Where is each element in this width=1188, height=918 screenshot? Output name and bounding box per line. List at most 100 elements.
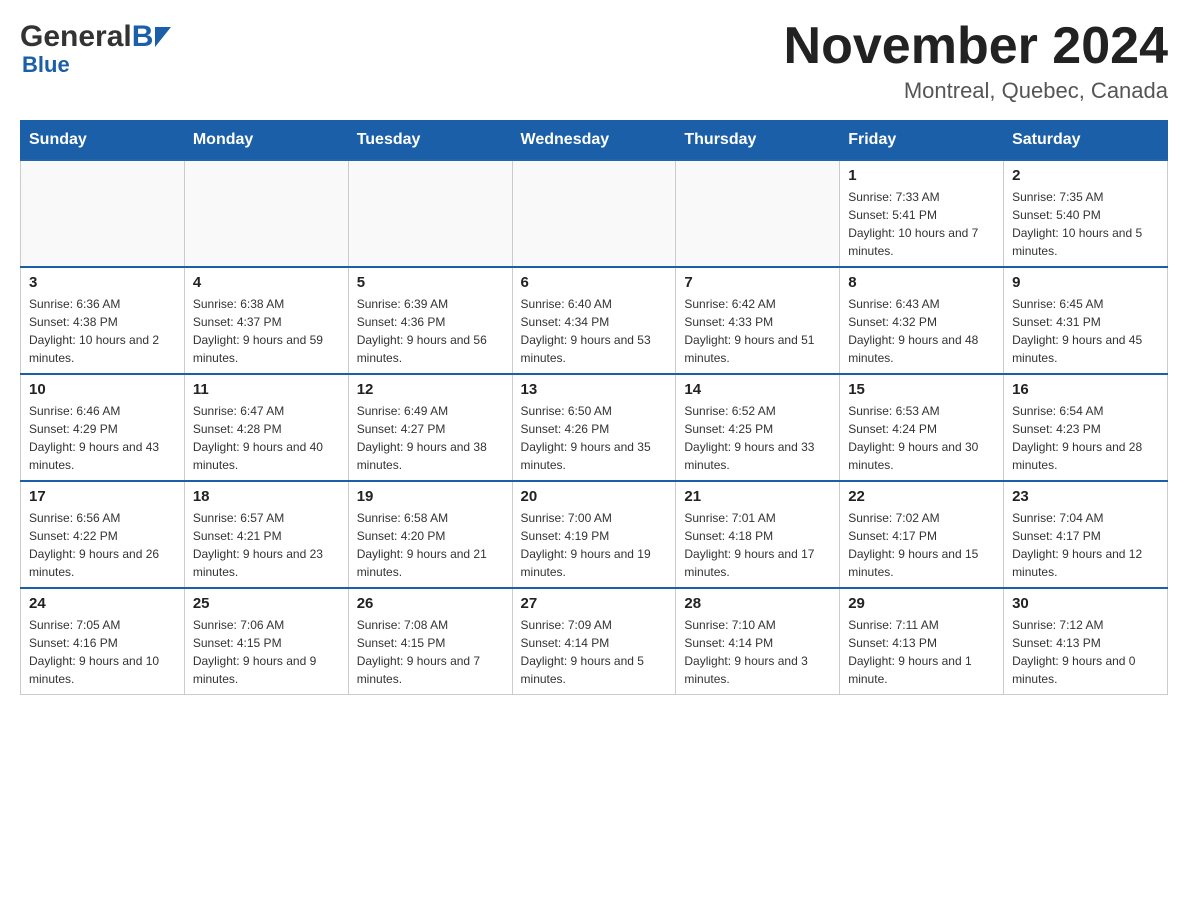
day-number: 10 <box>29 381 176 398</box>
table-row: 2 Sunrise: 7:35 AMSunset: 5:40 PMDaylight… <box>1004 160 1168 267</box>
table-row: 3 Sunrise: 6:36 AMSunset: 4:38 PMDaylight… <box>21 267 185 374</box>
table-row: 26 Sunrise: 7:08 AMSunset: 4:15 PMDayligh… <box>348 588 512 695</box>
table-row: 29 Sunrise: 7:11 AMSunset: 4:13 PMDayligh… <box>840 588 1004 695</box>
day-info: Sunrise: 6:50 AMSunset: 4:26 PMDaylight:… <box>521 402 668 474</box>
day-number: 24 <box>29 595 176 612</box>
table-row: 25 Sunrise: 7:06 AMSunset: 4:15 PMDayligh… <box>184 588 348 695</box>
day-info: Sunrise: 6:58 AMSunset: 4:20 PMDaylight:… <box>357 509 504 581</box>
day-info: Sunrise: 7:33 AMSunset: 5:41 PMDaylight:… <box>848 188 995 260</box>
day-info: Sunrise: 6:39 AMSunset: 4:36 PMDaylight:… <box>357 295 504 367</box>
day-info: Sunrise: 6:57 AMSunset: 4:21 PMDaylight:… <box>193 509 340 581</box>
day-info: Sunrise: 7:09 AMSunset: 4:14 PMDaylight:… <box>521 616 668 688</box>
day-number: 20 <box>521 488 668 505</box>
table-row: 8 Sunrise: 6:43 AMSunset: 4:32 PMDaylight… <box>840 267 1004 374</box>
day-number: 6 <box>521 274 668 291</box>
day-info: Sunrise: 7:06 AMSunset: 4:15 PMDaylight:… <box>193 616 340 688</box>
day-info: Sunrise: 7:08 AMSunset: 4:15 PMDaylight:… <box>357 616 504 688</box>
calendar-header-row: Sunday Monday Tuesday Wednesday Thursday… <box>21 121 1168 161</box>
day-info: Sunrise: 7:04 AMSunset: 4:17 PMDaylight:… <box>1012 509 1159 581</box>
day-number: 21 <box>684 488 831 505</box>
table-row: 11 Sunrise: 6:47 AMSunset: 4:28 PMDayligh… <box>184 374 348 481</box>
calendar-week-row: 3 Sunrise: 6:36 AMSunset: 4:38 PMDaylight… <box>21 267 1168 374</box>
col-monday: Monday <box>184 121 348 161</box>
day-info: Sunrise: 7:35 AMSunset: 5:40 PMDaylight:… <box>1012 188 1159 260</box>
day-number: 25 <box>193 595 340 612</box>
day-number: 16 <box>1012 381 1159 398</box>
col-wednesday: Wednesday <box>512 121 676 161</box>
day-info: Sunrise: 6:43 AMSunset: 4:32 PMDaylight:… <box>848 295 995 367</box>
page-header: GeneralB Blue November 2024 Montreal, Qu… <box>20 20 1168 104</box>
day-info: Sunrise: 7:11 AMSunset: 4:13 PMDaylight:… <box>848 616 995 688</box>
calendar-week-row: 17 Sunrise: 6:56 AMSunset: 4:22 PMDayligh… <box>21 481 1168 588</box>
col-sunday: Sunday <box>21 121 185 161</box>
day-info: Sunrise: 6:42 AMSunset: 4:33 PMDaylight:… <box>684 295 831 367</box>
day-info: Sunrise: 6:54 AMSunset: 4:23 PMDaylight:… <box>1012 402 1159 474</box>
day-number: 18 <box>193 488 340 505</box>
table-row: 13Sunrise: 6:50 AMSunset: 4:26 PMDayligh… <box>512 374 676 481</box>
day-number: 1 <box>848 167 995 184</box>
location-subtitle: Montreal, Quebec, Canada <box>784 78 1168 104</box>
day-number: 7 <box>684 274 831 291</box>
day-info: Sunrise: 7:10 AMSunset: 4:14 PMDaylight:… <box>684 616 831 688</box>
day-number: 4 <box>193 274 340 291</box>
day-number: 26 <box>357 595 504 612</box>
day-number: 3 <box>29 274 176 291</box>
day-info: Sunrise: 7:01 AMSunset: 4:18 PMDaylight:… <box>684 509 831 581</box>
col-tuesday: Tuesday <box>348 121 512 161</box>
day-number: 19 <box>357 488 504 505</box>
day-info: Sunrise: 7:12 AMSunset: 4:13 PMDaylight:… <box>1012 616 1159 688</box>
day-number: 22 <box>848 488 995 505</box>
day-info: Sunrise: 6:52 AMSunset: 4:25 PMDaylight:… <box>684 402 831 474</box>
day-info: Sunrise: 6:40 AMSunset: 4:34 PMDaylight:… <box>521 295 668 367</box>
table-row: 7 Sunrise: 6:42 AMSunset: 4:33 PMDaylight… <box>676 267 840 374</box>
calendar-week-row: 24Sunrise: 7:05 AMSunset: 4:16 PMDayligh… <box>21 588 1168 695</box>
logo-blue-text: Blue <box>22 52 70 78</box>
table-row <box>676 160 840 267</box>
table-row: 22Sunrise: 7:02 AMSunset: 4:17 PMDayligh… <box>840 481 1004 588</box>
day-number: 29 <box>848 595 995 612</box>
day-number: 2 <box>1012 167 1159 184</box>
day-info: Sunrise: 6:56 AMSunset: 4:22 PMDaylight:… <box>29 509 176 581</box>
calendar-week-row: 1 Sunrise: 7:33 AMSunset: 5:41 PMDaylight… <box>21 160 1168 267</box>
table-row <box>184 160 348 267</box>
day-info: Sunrise: 6:45 AMSunset: 4:31 PMDaylight:… <box>1012 295 1159 367</box>
day-number: 15 <box>848 381 995 398</box>
day-number: 23 <box>1012 488 1159 505</box>
col-thursday: Thursday <box>676 121 840 161</box>
logo: GeneralB Blue <box>20 20 171 78</box>
table-row <box>512 160 676 267</box>
day-info: Sunrise: 6:46 AMSunset: 4:29 PMDaylight:… <box>29 402 176 474</box>
logo-triangle-icon <box>155 27 171 47</box>
day-number: 11 <box>193 381 340 398</box>
table-row: 17 Sunrise: 6:56 AMSunset: 4:22 PMDayligh… <box>21 481 185 588</box>
day-info: Sunrise: 6:47 AMSunset: 4:28 PMDaylight:… <box>193 402 340 474</box>
day-info: Sunrise: 6:49 AMSunset: 4:27 PMDaylight:… <box>357 402 504 474</box>
day-number: 5 <box>357 274 504 291</box>
day-number: 12 <box>357 381 504 398</box>
calendar-table: Sunday Monday Tuesday Wednesday Thursday… <box>20 120 1168 695</box>
day-info: Sunrise: 6:53 AMSunset: 4:24 PMDaylight:… <box>848 402 995 474</box>
table-row <box>21 160 185 267</box>
day-number: 27 <box>521 595 668 612</box>
table-row: 20 Sunrise: 7:00 AMSunset: 4:19 PMDayligh… <box>512 481 676 588</box>
table-row: 4Sunrise: 6:38 AMSunset: 4:37 PMDaylight… <box>184 267 348 374</box>
table-row: 19 Sunrise: 6:58 AMSunset: 4:20 PMDayligh… <box>348 481 512 588</box>
table-row: 28Sunrise: 7:10 AMSunset: 4:14 PMDayligh… <box>676 588 840 695</box>
logo-general-text: GeneralB <box>20 20 153 54</box>
table-row: 21 Sunrise: 7:01 AMSunset: 4:18 PMDayligh… <box>676 481 840 588</box>
table-row: 15 Sunrise: 6:53 AMSunset: 4:24 PMDayligh… <box>840 374 1004 481</box>
table-row: 10 Sunrise: 6:46 AMSunset: 4:29 PMDayligh… <box>21 374 185 481</box>
table-row: 27 Sunrise: 7:09 AMSunset: 4:14 PMDayligh… <box>512 588 676 695</box>
day-number: 17 <box>29 488 176 505</box>
table-row: 18 Sunrise: 6:57 AMSunset: 4:21 PMDayligh… <box>184 481 348 588</box>
day-number: 8 <box>848 274 995 291</box>
day-number: 30 <box>1012 595 1159 612</box>
title-area: November 2024 Montreal, Quebec, Canada <box>784 20 1168 104</box>
table-row: 24Sunrise: 7:05 AMSunset: 4:16 PMDayligh… <box>21 588 185 695</box>
month-year-title: November 2024 <box>784 20 1168 72</box>
table-row: 5 Sunrise: 6:39 AMSunset: 4:36 PMDaylight… <box>348 267 512 374</box>
day-info: Sunrise: 6:36 AMSunset: 4:38 PMDaylight:… <box>29 295 176 367</box>
table-row <box>348 160 512 267</box>
day-info: Sunrise: 7:00 AMSunset: 4:19 PMDaylight:… <box>521 509 668 581</box>
calendar-week-row: 10 Sunrise: 6:46 AMSunset: 4:29 PMDayligh… <box>21 374 1168 481</box>
